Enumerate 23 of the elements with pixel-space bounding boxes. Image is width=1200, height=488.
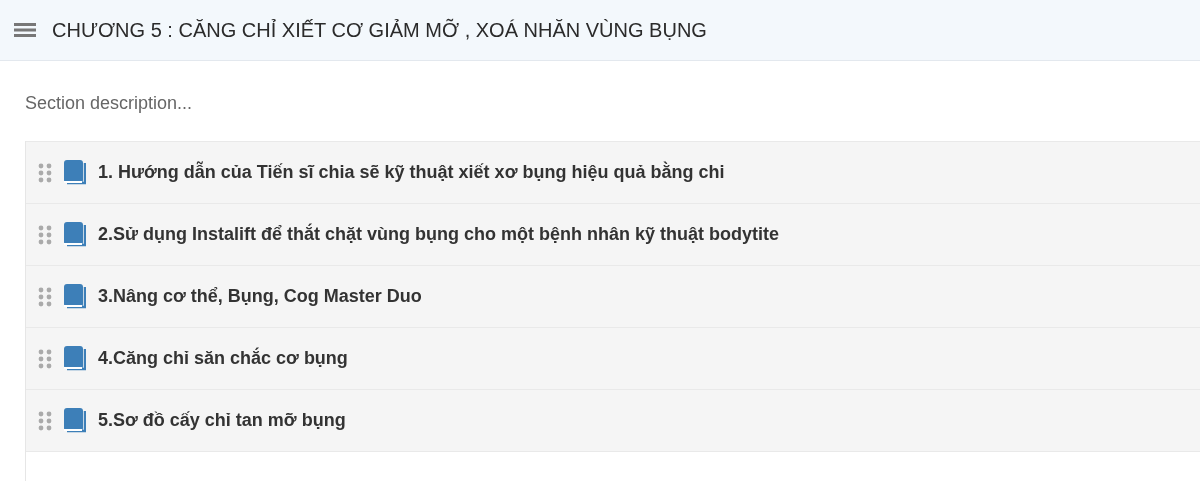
lesson-row[interactable]: 1. Hướng dẫn của Tiến sĩ chia sẽ kỹ thuật xiết xơ bụng hiệu quả bằng chi: [26, 141, 1200, 203]
lesson-row[interactable]: 4.Căng chỉ săn chắc cơ bụng: [26, 327, 1200, 389]
book-icon: [64, 407, 86, 434]
menu-icon[interactable]: [14, 22, 36, 38]
section-title: CHƯƠNG 5 : CĂNG CHỈ XIẾT CƠ GIẢM MỠ , XOÁ NHĂN VÙNG BỤNG: [52, 18, 707, 42]
book-icon: [64, 221, 86, 248]
drag-handle-icon[interactable]: [38, 410, 52, 431]
drag-handle-icon[interactable]: [38, 162, 52, 183]
book-icon: [64, 345, 86, 372]
lesson-title: 1. Hướng dẫn của Tiến sĩ chia sẽ kỹ thuật xiết xơ bụng hiệu quả bằng chi: [98, 162, 725, 183]
drag-handle-icon[interactable]: [38, 348, 52, 369]
drag-handle-icon[interactable]: [38, 286, 52, 307]
section-description: Section description...: [25, 93, 194, 115]
lesson-row[interactable]: 5.Sơ đồ cấy chỉ tan mỡ bụng: [26, 389, 1200, 452]
lesson-row[interactable]: 3.Nâng cơ thể, Bụng, Cog Master Duo: [26, 265, 1200, 327]
lesson-title: 5.Sơ đồ cấy chỉ tan mỡ bụng: [98, 410, 346, 431]
lesson-row[interactable]: 2.Sử dụng Instalift để thắt chặt vùng bụng cho một bệnh nhân kỹ thuật bodytite: [26, 203, 1200, 265]
book-icon: [64, 283, 86, 310]
book-icon: [64, 159, 86, 186]
lesson-title: 2.Sử dụng Instalift để thắt chặt vùng bụng cho một bệnh nhân kỹ thuật bodytite: [98, 224, 780, 245]
lesson-title: 3.Nâng cơ thể, Bụng, Cog Master Duo: [98, 286, 422, 307]
lesson-title: 4.Căng chỉ săn chắc cơ bụng: [98, 348, 348, 369]
drag-handle-icon[interactable]: [38, 224, 52, 245]
